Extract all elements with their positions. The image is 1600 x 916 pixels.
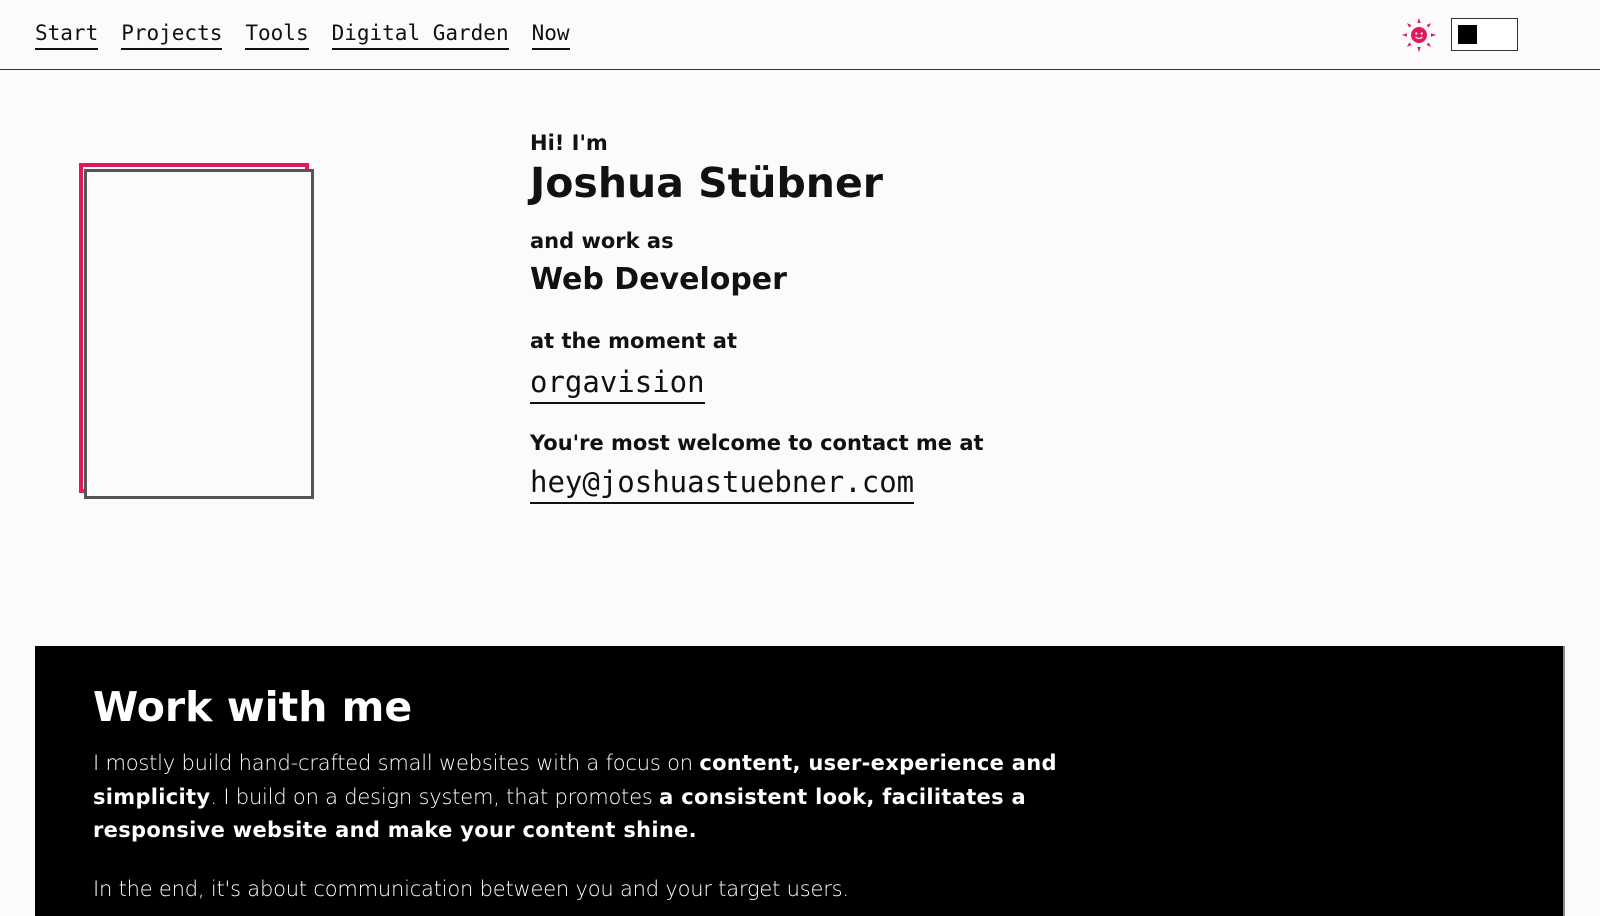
company-intro: at the moment at bbox=[530, 329, 738, 353]
nav-projects[interactable]: Projects bbox=[121, 20, 223, 50]
work-heading: Work with me bbox=[93, 683, 413, 731]
page-title: Joshua Stübner bbox=[530, 159, 884, 207]
work-paragraph: I mostly build hand-crafted small websit… bbox=[93, 751, 1057, 842]
moon-icon[interactable] bbox=[1534, 19, 1564, 49]
sun-icon[interactable] bbox=[1402, 18, 1436, 52]
site-header: Start Projects Tools Digital Garden Now bbox=[0, 0, 1600, 70]
nav-tools[interactable]: Tools bbox=[245, 20, 309, 50]
theme-toggle[interactable] bbox=[1451, 18, 1518, 51]
role: Web Developer bbox=[530, 262, 787, 297]
work-section: Work with me I mostly build hand-crafted… bbox=[35, 646, 1565, 916]
hero-intro: Hi! I'm Joshua Stübner and work as Web D… bbox=[530, 130, 1230, 504]
toggle-knob bbox=[1458, 25, 1477, 44]
work-intro: and work as bbox=[530, 229, 674, 253]
greeting: Hi! I'm bbox=[530, 131, 608, 155]
email-link[interactable]: hey@joshuastuebner.com bbox=[530, 464, 915, 504]
contact-intro: You're most welcome to contact me at bbox=[530, 431, 984, 455]
portrait bbox=[79, 163, 314, 499]
main-nav: Start Projects Tools Digital Garden Now bbox=[35, 20, 593, 50]
work-paragraph-2: In the end, it's about communication bet… bbox=[93, 877, 849, 901]
nav-start[interactable]: Start bbox=[35, 20, 99, 50]
nav-digital-garden[interactable]: Digital Garden bbox=[331, 20, 509, 50]
portrait-image bbox=[84, 169, 314, 499]
nav-now[interactable]: Now bbox=[531, 20, 570, 50]
company-link[interactable]: orgavision bbox=[530, 364, 705, 404]
